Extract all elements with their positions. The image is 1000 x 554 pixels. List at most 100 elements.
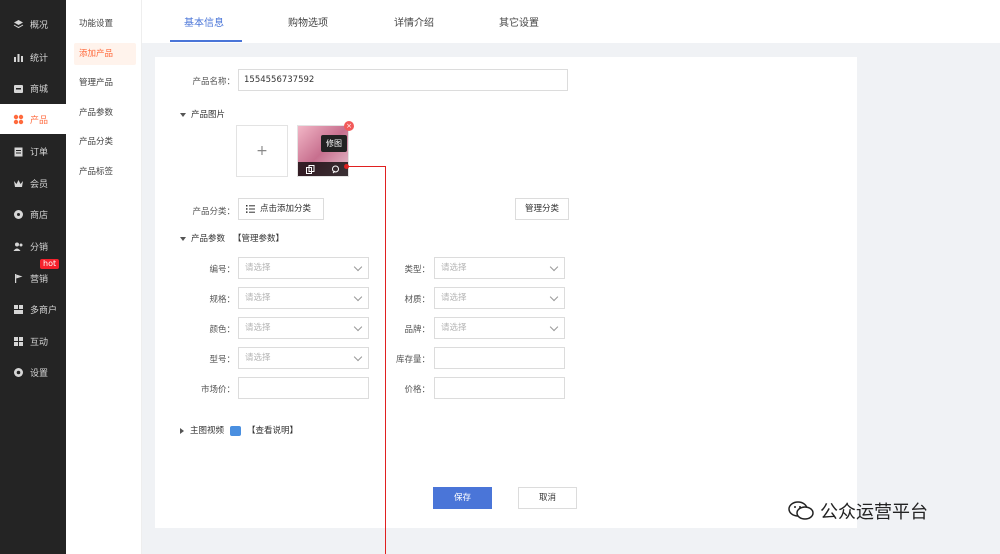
- stock-input[interactable]: [434, 347, 565, 369]
- material-select[interactable]: 请选择: [434, 287, 565, 309]
- crown-icon: [13, 178, 24, 189]
- brand-label: 品牌：: [404, 325, 430, 335]
- add-category-button[interactable]: 点击添加分类: [238, 198, 324, 220]
- submenu-item-product-params[interactable]: 产品参数: [74, 102, 136, 124]
- stock-label: 库存量：: [395, 355, 430, 365]
- model-select[interactable]: 请选择: [238, 347, 369, 369]
- main-nav: 概况 统计 商城 产品 订单 会员 商店 分销 营销 多商户 互动 设置 hot: [0, 0, 66, 554]
- manage-params-link[interactable]: 【管理参数】: [233, 234, 284, 244]
- edit-image-tooltip: 修图: [321, 135, 347, 152]
- nav-item-stats[interactable]: 统计: [0, 42, 66, 72]
- nav-label: 设置: [30, 368, 49, 379]
- layers-icon: [13, 19, 24, 30]
- nav-item-shop[interactable]: 商店: [0, 199, 66, 229]
- select-placeholder: 请选择: [245, 323, 271, 333]
- caret-right-icon: [180, 427, 184, 434]
- select-placeholder: 请选择: [441, 293, 467, 303]
- submenu-item-add-product[interactable]: 添加产品: [74, 43, 136, 65]
- category-label: 产品分类：: [192, 207, 235, 217]
- annotation-line: [346, 166, 386, 167]
- tab-shopping-options[interactable]: 购物选项: [288, 14, 328, 29]
- select-placeholder: 请选择: [245, 263, 271, 273]
- select-placeholder: 请选择: [245, 353, 271, 363]
- code-select[interactable]: 请选择: [238, 257, 369, 279]
- select-placeholder: 请选择: [245, 293, 271, 303]
- store-icon: [13, 83, 24, 94]
- price-label: 价格：: [404, 385, 430, 395]
- type-select[interactable]: 请选择: [434, 257, 565, 279]
- nav-item-product[interactable]: 产品: [0, 104, 66, 134]
- chevron-down-icon: [353, 292, 363, 302]
- product-name-input[interactable]: 1554556737592: [238, 69, 568, 91]
- nav-item-mall[interactable]: 商城: [0, 73, 66, 103]
- color-select[interactable]: 请选择: [238, 317, 369, 339]
- market-price-input[interactable]: [238, 377, 369, 399]
- nav-label: 会员: [30, 179, 49, 190]
- nav-item-settings[interactable]: 设置: [0, 357, 66, 387]
- annotation-line: [385, 166, 386, 554]
- nav-label: 互动: [30, 337, 49, 348]
- section-title: 产品图片: [191, 110, 226, 120]
- submenu-item-features[interactable]: 功能设置: [74, 13, 136, 35]
- product-params-section[interactable]: 产品参数 【管理参数】: [180, 232, 284, 244]
- copy-icon[interactable]: [298, 162, 323, 176]
- grid-icon: [13, 114, 24, 125]
- spec-select[interactable]: 请选择: [238, 287, 369, 309]
- color-label: 颜色：: [209, 325, 235, 335]
- caret-down-icon: [180, 236, 186, 241]
- spec-label: 规格：: [209, 295, 235, 305]
- price-input[interactable]: [434, 377, 565, 399]
- select-placeholder: 请选择: [441, 263, 467, 273]
- video-help-link[interactable]: 【查看说明】: [247, 426, 298, 436]
- nav-item-interaction[interactable]: 互动: [0, 326, 66, 356]
- nav-label: 商店: [30, 210, 49, 221]
- nav-label: 分销: [30, 242, 49, 253]
- image-upload-button[interactable]: +: [236, 125, 288, 177]
- delete-image-icon[interactable]: ×: [344, 121, 354, 131]
- chevron-down-icon: [549, 262, 559, 272]
- manage-category-button[interactable]: 管理分类: [515, 198, 569, 220]
- tab-other-settings[interactable]: 其它设置: [499, 14, 539, 29]
- users-icon: [13, 241, 24, 252]
- product-images-section[interactable]: 产品图片: [180, 108, 225, 120]
- chevron-down-icon: [353, 322, 363, 332]
- bar-chart-icon: [13, 52, 24, 63]
- watermark: 公众运营平台: [788, 498, 928, 524]
- submenu-item-manage-product[interactable]: 管理产品: [74, 72, 136, 94]
- product-name-label: 产品名称：: [192, 77, 235, 87]
- nav-label: 商城: [30, 84, 49, 95]
- clipboard-icon: [13, 146, 24, 157]
- nav-item-distribution[interactable]: 分销: [0, 231, 66, 261]
- save-button[interactable]: 保存: [433, 487, 492, 509]
- nav-item-orders[interactable]: 订单: [0, 136, 66, 166]
- flag-icon: [13, 273, 24, 284]
- submenu-item-product-tags[interactable]: 产品标签: [74, 161, 136, 183]
- add-category-label: 点击添加分类: [260, 204, 312, 214]
- nav-item-members[interactable]: 会员: [0, 168, 66, 198]
- tab-details[interactable]: 详情介绍: [394, 14, 434, 29]
- material-label: 材质：: [404, 295, 430, 305]
- nav-item-overview[interactable]: 概况: [0, 9, 66, 39]
- tab-bar: 基本信息 购物选项 详情介绍 其它设置: [142, 0, 1000, 43]
- main-video-section[interactable]: 主图视频 【查看说明】: [180, 424, 298, 436]
- brand-select[interactable]: 请选择: [434, 317, 565, 339]
- nav-label: 概况: [30, 20, 49, 31]
- nav-label: 统计: [30, 53, 49, 64]
- nav-label: 订单: [30, 147, 49, 158]
- submenu-item-product-category[interactable]: 产品分类: [74, 131, 136, 153]
- cancel-button[interactable]: 取消: [518, 487, 577, 509]
- chevron-down-icon: [353, 262, 363, 272]
- nav-label: 产品: [30, 115, 49, 126]
- tab-basic-info[interactable]: 基本信息: [184, 14, 224, 29]
- watermark-text: 公众运营平台: [820, 502, 928, 523]
- market-price-label: 市场价：: [200, 385, 235, 395]
- chevron-down-icon: [353, 352, 363, 362]
- nav-item-multi-merchant[interactable]: 多商户: [0, 294, 66, 324]
- shop-icon: [13, 209, 24, 220]
- model-label: 型号：: [209, 355, 235, 365]
- caret-down-icon: [180, 112, 186, 117]
- apps-icon: [13, 336, 24, 347]
- list-icon: [246, 204, 260, 214]
- thumbnail-toolbar: [298, 162, 348, 176]
- chevron-down-icon: [549, 292, 559, 302]
